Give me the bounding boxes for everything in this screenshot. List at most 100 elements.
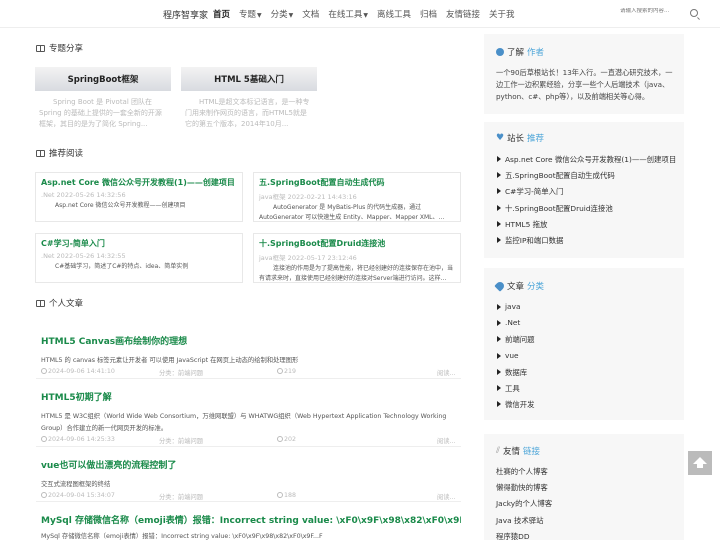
recommend-desc: 连接池的作用是为了提高性能，将已经创建好的连接保存在池中，当有请求来时，直接使用… — [259, 265, 454, 282]
topics-heading: 专题分享 — [36, 42, 83, 54]
triangle-right-icon — [497, 336, 501, 343]
book-icon — [36, 299, 45, 307]
friend-links-heading: ⫽ 友情 链接 — [496, 446, 541, 458]
divider — [36, 501, 461, 502]
triangle-right-icon — [497, 384, 501, 391]
nav-item-online-tools[interactable]: 在线工具▼ — [328, 8, 368, 20]
link-icon: ⫽ — [496, 446, 501, 456]
friend-link[interactable]: 杜赛的个人博客 — [496, 466, 552, 482]
article-title[interactable]: MySql 存储微信名称（emoji表情）报错：Incorrect string… — [41, 513, 461, 526]
category-item[interactable]: 数据库 — [497, 367, 535, 383]
friend-links-list: 杜赛的个人博客 懒得勤快的博客 Jacky的个人博客 Java 技术驿站 程序猿… — [496, 466, 552, 540]
article-desc: HTML5 是 W3C组织（World Wide Web Consortium，… — [41, 413, 447, 432]
recommend-card[interactable]: 五.SpringBoot配置自动生成代码 java框架 2022-02-21 1… — [253, 172, 461, 222]
topic-title[interactable]: SpringBoot框架 — [35, 67, 171, 91]
caret-down-icon: ▼ — [363, 12, 368, 19]
site-brand[interactable]: 程序智享家 — [163, 8, 208, 21]
recommend-meta: .Net 2022-05-26 14:32:55 — [41, 252, 126, 260]
caret-down-icon: ▼ — [288, 12, 294, 19]
category-item[interactable]: java — [497, 302, 535, 318]
list-item[interactable]: HTML5 拖放 — [497, 219, 676, 235]
read-more-link[interactable]: 阅读... — [437, 368, 456, 377]
articles-heading: 个人文章 — [36, 297, 83, 309]
article-title[interactable]: HTML5 Canvas画布绘制你的理想 — [41, 334, 461, 347]
article-category[interactable]: 分类：前端问题 — [159, 368, 203, 377]
article-meta: 2024-09-06 14:41:10 分类：前端问题 219 阅读... — [41, 368, 461, 378]
read-more-link[interactable]: 阅读... — [437, 492, 456, 501]
search-box — [620, 7, 700, 21]
recommend-title[interactable]: 五.SpringBoot配置自动生成代码 — [259, 177, 455, 188]
nav-item-home[interactable]: 首页 — [213, 8, 230, 20]
topic-title[interactable]: HTML 5基础入门 — [181, 67, 317, 91]
triangle-right-icon — [497, 172, 501, 179]
eye-icon — [277, 436, 283, 442]
article-category[interactable]: 分类：前端问题 — [159, 436, 203, 445]
triangle-right-icon — [497, 368, 501, 375]
caret-down-icon: ▼ — [257, 12, 262, 19]
triangle-right-icon — [497, 204, 501, 211]
recommend-title[interactable]: C#学习-简单入门 — [41, 238, 237, 249]
eye-icon — [277, 368, 283, 374]
friend-link[interactable]: 懒得勤快的博客 — [496, 482, 552, 498]
article-desc: HTML5 的 canvas 标签元素让开发者 可以使用 JavaScript … — [41, 357, 299, 364]
nav-item-topics[interactable]: 专题▼ — [239, 8, 262, 20]
triangle-right-icon — [497, 352, 501, 359]
article-title[interactable]: HTML5初期了解 — [41, 390, 461, 403]
category-item[interactable]: 微信开发 — [497, 399, 535, 415]
recommend-title[interactable]: Asp.net Core 微信公众号开发教程(1)——创建项目 — [41, 177, 237, 188]
recommend-meta: java框架 2022-02-21 14:43:16 — [259, 193, 357, 201]
nav-item-offline-tools[interactable]: 离线工具 — [377, 8, 411, 20]
about-heading: 了解 作者 — [496, 46, 544, 58]
book-icon — [36, 149, 45, 157]
nav-item-categories[interactable]: 分类▼ — [271, 8, 294, 20]
category-item[interactable]: .Net — [497, 318, 535, 334]
list-item[interactable]: C#学习-简单入门 — [497, 186, 676, 202]
list-item[interactable]: 十.SpringBoot配置Druid连接池 — [497, 203, 676, 219]
nav-item-friend-links[interactable]: 友情链接 — [446, 8, 480, 20]
list-item[interactable]: 监控IP和端口数据 — [497, 235, 676, 251]
triangle-right-icon — [497, 401, 501, 408]
topic-desc: Spring Boot 是 Pivotal 团队在 Spring 的基础上提供的… — [39, 98, 162, 128]
read-more-link[interactable]: 阅读... — [437, 436, 456, 445]
article-item: HTML5初期了解 HTML5 是 W3C组织（World Wide Web C… — [41, 390, 461, 446]
triangle-right-icon — [497, 220, 501, 227]
topic-desc: HTML是超文本标记语言，是一种专门用来制作网页的语言，而HTML5就是它的第五… — [185, 98, 310, 128]
topic-card[interactable]: HTML 5基础入门 HTML是超文本标记语言，是一种专门用来制作网页的语言，而… — [181, 67, 317, 130]
smile-icon — [496, 48, 504, 56]
topic-card[interactable]: SpringBoot框架 Spring Boot 是 Pivotal 团队在 S… — [35, 67, 171, 130]
recommend-card[interactable]: Asp.net Core 微信公众号开发教程(1)——创建项目 .Net 202… — [35, 172, 243, 222]
search-input[interactable] — [620, 8, 686, 14]
friend-link[interactable]: 程序猿DD — [496, 531, 552, 540]
triangle-right-icon — [497, 188, 501, 195]
recommend-list: Asp.net Core 微信公众号开发教程(1)——创建项目 五.Spring… — [497, 154, 676, 251]
recommend-desc: Asp.net Core 微信公众号开发教程——创建项目 — [55, 202, 186, 209]
triangle-right-icon — [497, 320, 501, 327]
clock-icon — [41, 436, 47, 442]
triangle-right-icon — [497, 156, 501, 162]
article-desc: MySql 存储微信名称（emoji表情）报错：Incorrect string… — [41, 533, 323, 540]
nav-item-archive[interactable]: 归档 — [420, 8, 437, 20]
friend-link[interactable]: Java 技术驿站 — [496, 515, 552, 531]
article-title[interactable]: vue也可以做出漂亮的流程控制了 — [41, 458, 461, 471]
list-item[interactable]: 五.SpringBoot配置自动生成代码 — [497, 170, 676, 186]
recommend-title[interactable]: 十.SpringBoot配置Druid连接池 — [259, 238, 455, 249]
nav-item-docs[interactable]: 文档 — [302, 8, 319, 20]
recommend-desc: C#基础学习，简述了C#的特点、idea、简单实例 — [55, 263, 189, 270]
nav-item-about[interactable]: 关于我 — [489, 8, 515, 20]
friend-link[interactable]: Jacky的个人博客 — [496, 498, 552, 514]
category-item[interactable]: 工具 — [497, 383, 535, 399]
webmaster-recommend-heading: ♥ 站长 推荐 — [496, 133, 545, 145]
divider — [36, 446, 461, 447]
clock-icon — [41, 368, 47, 374]
search-icon[interactable] — [690, 9, 698, 17]
triangle-right-icon — [497, 236, 501, 243]
article-category[interactable]: 分类：前端问题 — [159, 492, 203, 501]
list-item[interactable]: Asp.net Core 微信公众号开发教程(1)——创建项目 — [497, 154, 676, 170]
back-to-top-button[interactable] — [688, 451, 712, 475]
category-item[interactable]: vue — [497, 351, 535, 367]
category-item[interactable]: 前端问题 — [497, 334, 535, 350]
recommend-card[interactable]: 十.SpringBoot配置Druid连接池 java框架 2022-05-17… — [253, 233, 461, 283]
nav-menu: 首页 专题▼ 分类▼ 文档 在线工具▼ 离线工具 归档 友情链接 关于我 — [213, 8, 515, 20]
recommend-card[interactable]: C#学习-简单入门 .Net 2022-05-26 14:32:55 C#基础学… — [35, 233, 243, 283]
categories-list: java .Net 前端问题 vue 数据库 工具 微信开发 — [497, 302, 535, 415]
